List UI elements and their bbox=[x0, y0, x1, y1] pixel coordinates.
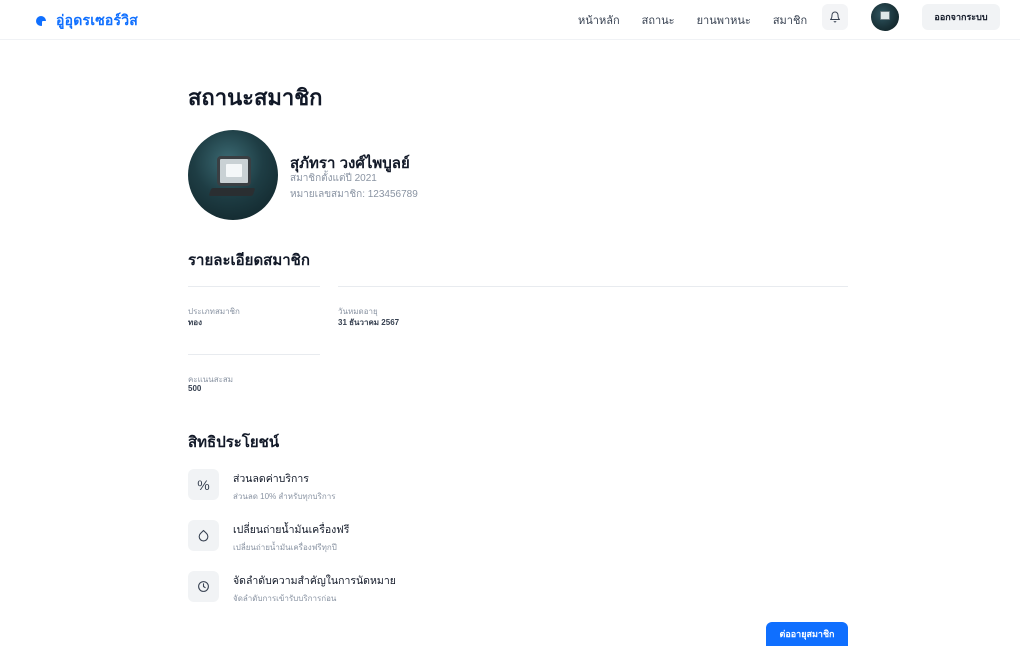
benefit-title: เปลี่ยนถ่ายน้ำมันเครื่องฟรี bbox=[233, 524, 350, 536]
notifications-button[interactable] bbox=[822, 4, 848, 30]
member-number: หมายเลขสมาชิก: 123456789 bbox=[290, 189, 418, 200]
user-avatar[interactable] bbox=[871, 3, 899, 31]
benefits-section-title: สิทธิประโยชน์ bbox=[188, 434, 280, 451]
profile-avatar-image bbox=[217, 156, 251, 186]
brand-logo-link[interactable]: อู่อุดรเซอร์วิส bbox=[36, 10, 138, 32]
benefit-description: ส่วนลด 10% สำหรับทุกบริการ bbox=[233, 492, 336, 501]
oil-drop-icon bbox=[188, 520, 219, 551]
divider bbox=[188, 354, 320, 355]
profile-avatar bbox=[188, 130, 278, 220]
membership-type-value: ทอง bbox=[188, 318, 202, 327]
member-since: สมาชิกตั้งแต่ปี 2021 bbox=[290, 173, 377, 184]
divider bbox=[338, 286, 848, 287]
divider bbox=[188, 286, 320, 287]
benefit-item: จัดลำดับความสำคัญในการนัดหมาย จัดลำดับกา… bbox=[188, 571, 396, 605]
brand-logo-icon bbox=[36, 15, 48, 27]
benefit-description: จัดลำดับการเข้ารับบริการก่อน bbox=[233, 594, 337, 603]
brand-name: อู่อุดรเซอร์วิส bbox=[56, 12, 139, 28]
clock-icon bbox=[188, 571, 219, 602]
main-nav: หน้าหลัก สถานะ ยานพาหนะ สมาชิก bbox=[578, 11, 807, 29]
logout-button[interactable]: ออกจากระบบ bbox=[922, 4, 1000, 30]
points-value: 500 bbox=[188, 384, 202, 393]
nav-item-vehicles[interactable]: ยานพาหนะ bbox=[697, 11, 751, 29]
nav-item-home[interactable]: หน้าหลัก bbox=[578, 11, 620, 29]
bell-icon bbox=[830, 11, 840, 23]
percent-icon: % bbox=[188, 469, 219, 500]
nav-item-status[interactable]: สถานะ bbox=[642, 11, 675, 29]
benefit-description: เปลี่ยนถ่ายน้ำมันเครื่องฟรีทุกปี bbox=[233, 543, 337, 552]
renew-membership-button[interactable]: ต่ออายุสมาชิก bbox=[766, 622, 848, 646]
page-title: สถานะสมาชิก bbox=[188, 85, 323, 110]
nav-item-membership[interactable]: สมาชิก bbox=[773, 11, 807, 29]
avatar-image bbox=[880, 11, 890, 20]
benefit-title: ส่วนลดค่าบริการ bbox=[233, 473, 309, 485]
benefit-item: % ส่วนลดค่าบริการ ส่วนลด 10% สำหรับทุกบร… bbox=[188, 469, 336, 503]
benefit-title: จัดลำดับความสำคัญในการนัดหมาย bbox=[233, 575, 396, 587]
expiry-date-value: 31 ธันวาคม 2567 bbox=[338, 318, 400, 327]
details-section-title: รายละเอียดสมาชิก bbox=[188, 252, 310, 269]
top-navigation: อู่อุดรเซอร์วิส หน้าหลัก สถานะ ยานพาหนะ … bbox=[0, 0, 1020, 40]
benefit-item: เปลี่ยนถ่ายน้ำมันเครื่องฟรี เปลี่ยนถ่ายน… bbox=[188, 520, 349, 554]
